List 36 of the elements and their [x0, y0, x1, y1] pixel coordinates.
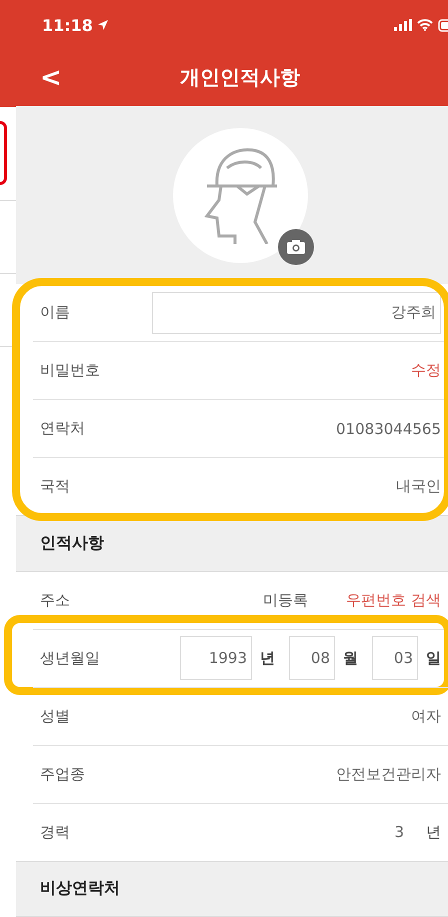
wifi-icon — [417, 19, 433, 31]
edit-link[interactable]: 수정 — [411, 361, 441, 380]
row-label: 국적 — [40, 477, 71, 496]
row-label: 주소 — [40, 590, 71, 610]
row-label: 이름 — [40, 303, 71, 322]
row-value: 여자 — [411, 706, 441, 726]
unit-label: 년 — [260, 648, 275, 668]
date-field[interactable]: 03 — [372, 636, 418, 680]
page-title: 개인인적사항 — [180, 64, 300, 92]
camera-icon — [286, 238, 306, 255]
name-field[interactable]: 강주희 — [152, 292, 441, 334]
row-value: 내국인 — [396, 477, 441, 496]
row-label: 주업종 — [40, 764, 86, 784]
side-screen-outline — [0, 121, 7, 185]
section-title: 인적사항 — [40, 532, 104, 554]
date-field[interactable]: 08 — [289, 636, 335, 680]
row-value: 01083044565 — [336, 420, 441, 438]
row-label: 성별 — [40, 706, 71, 726]
row-label: 생년월일 — [40, 648, 101, 668]
signal-icon — [394, 19, 412, 31]
camera-button[interactable] — [278, 228, 314, 265]
row-label: 연락처 — [40, 419, 86, 438]
row-value: 3 — [394, 823, 404, 842]
row-label: 비밀번호 — [40, 361, 101, 380]
address-value: 미등록 — [263, 590, 308, 610]
back-button[interactable]: < — [34, 62, 68, 93]
row-label: 경력 — [40, 822, 71, 842]
unit-label: 일 — [426, 648, 441, 668]
unit-label: 년 — [426, 822, 441, 842]
date-field[interactable]: 1993 — [180, 636, 252, 680]
section-title: 비상연락처 — [40, 878, 120, 900]
row-value: 안전보건관리자 — [336, 764, 441, 784]
status-time: 11:18 — [42, 16, 109, 34]
location-arrow-icon — [96, 19, 109, 31]
postcode-search-link[interactable]: 우편번호 검색 — [346, 590, 441, 610]
unit-label: 월 — [343, 648, 358, 668]
